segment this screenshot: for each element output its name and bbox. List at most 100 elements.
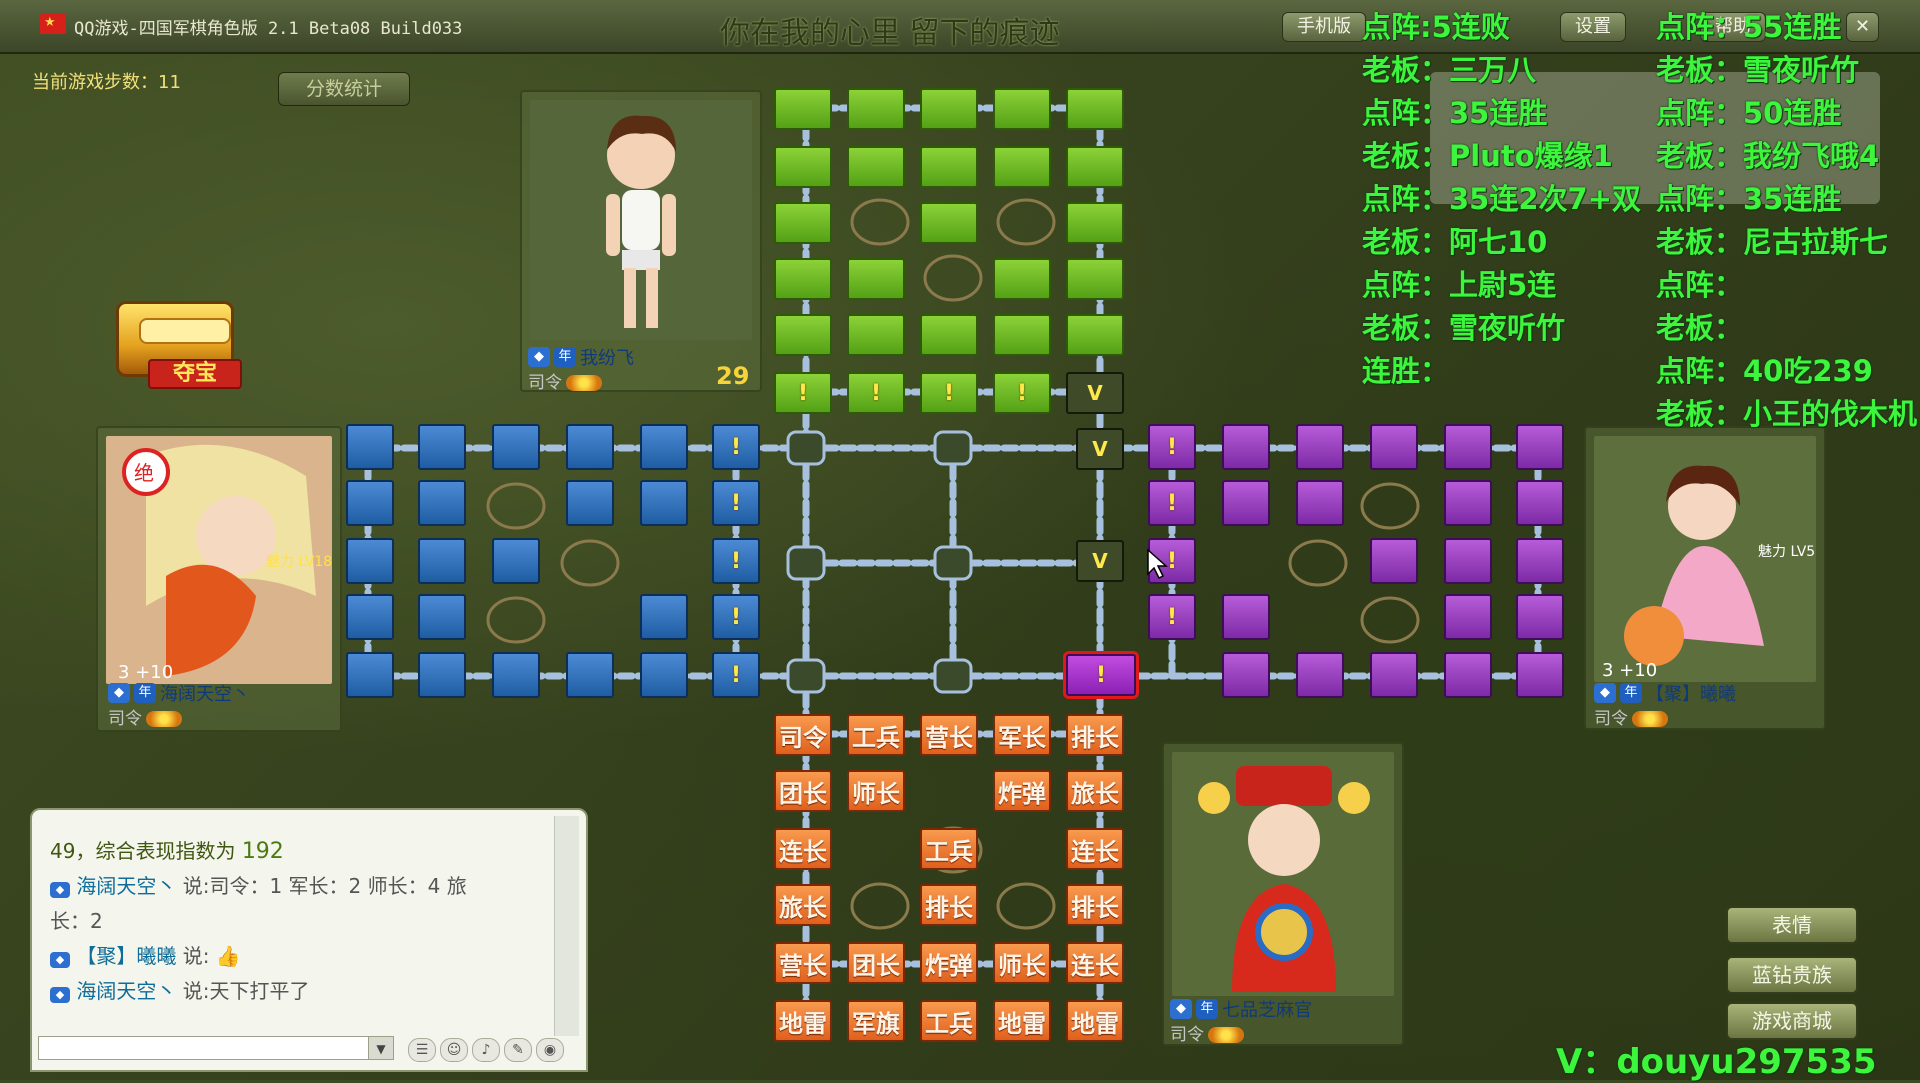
piece-left[interactable] [418,594,466,640]
piece-bottom[interactable]: 旅长 [774,884,832,926]
piece-top[interactable] [920,314,978,356]
piece-bottom[interactable]: 师长 [847,770,905,812]
piece-bottom[interactable]: 排长 [920,884,978,926]
piece-top[interactable]: ! [920,372,978,414]
piece-right[interactable] [1296,652,1344,698]
piece-bottom[interactable]: 地雷 [774,1000,832,1042]
piece-top[interactable] [774,314,832,356]
piece-bottom[interactable]: 军旗 [847,1000,905,1042]
piece-right[interactable] [1516,652,1564,698]
piece-right[interactable] [1444,480,1492,526]
piece-bottom[interactable]: 排长 [1066,884,1124,926]
piece-top[interactable] [920,146,978,188]
piece-right[interactable] [1516,480,1564,526]
piece-bottom[interactable]: 旅长 [1066,770,1124,812]
piece-bottom[interactable]: 连长 [1066,828,1124,870]
chat-bubble-icon[interactable]: ☰ [408,1038,436,1062]
piece-top[interactable] [1066,258,1124,300]
piece-left[interactable] [492,652,540,698]
piece-top[interactable] [920,202,978,244]
piece-left[interactable] [640,594,688,640]
piece-bottom[interactable]: 地雷 [993,1000,1051,1042]
piece-top[interactable] [847,146,905,188]
piece-right[interactable]: ! [1148,480,1196,526]
piece-top[interactable] [774,202,832,244]
piece-left[interactable] [418,480,466,526]
piece-left[interactable] [418,424,466,470]
piece-bottom[interactable]: 地雷 [1066,1000,1124,1042]
wrench-icon[interactable]: ✎ [504,1038,532,1062]
piece-top[interactable]: ! [774,372,832,414]
piece-top[interactable] [1066,314,1124,356]
piece-left[interactable] [566,480,614,526]
piece-left[interactable]: ! [712,594,760,640]
piece-bottom[interactable]: 团长 [774,770,832,812]
piece-right[interactable] [1516,424,1564,470]
piece-left[interactable] [566,424,614,470]
piece-bottom[interactable]: 师长 [993,942,1051,984]
piece-left[interactable] [640,424,688,470]
piece-top[interactable] [1066,88,1124,130]
piece-selected[interactable]: ! [1066,654,1136,696]
piece-bottom[interactable]: 连长 [774,828,832,870]
piece-bottom[interactable]: 司令 [774,714,832,756]
piece-left[interactable] [566,652,614,698]
piece-right[interactable] [1222,424,1270,470]
piece-top[interactable]: V [1066,372,1124,414]
piece-top[interactable] [993,258,1051,300]
piece-bottom[interactable]: 炸弹 [920,942,978,984]
piece-right[interactable] [1444,424,1492,470]
piece-right[interactable] [1370,538,1418,584]
piece-left[interactable] [346,480,394,526]
emoji-icon[interactable]: ☺ [440,1038,468,1062]
piece-left[interactable] [418,652,466,698]
piece-top[interactable] [847,258,905,300]
piece-bottom[interactable]: 排长 [1066,714,1124,756]
piece-left[interactable]: ! [712,424,760,470]
piece-bottom[interactable]: 营长 [920,714,978,756]
piece-top[interactable] [774,146,832,188]
piece-left[interactable] [418,538,466,584]
blue-diamond-button[interactable]: 蓝钻贵族 [1726,956,1858,994]
piece-right[interactable]: ! [1148,424,1196,470]
piece-top[interactable]: ! [847,372,905,414]
piece-right[interactable] [1296,480,1344,526]
piece-left[interactable]: ! [712,652,760,698]
speaker-icon[interactable]: ♪ [472,1038,500,1062]
piece-hidden[interactable]: V [1076,428,1124,470]
piece-top[interactable] [993,314,1051,356]
chat-input[interactable] [38,1036,378,1060]
piece-top[interactable] [774,88,832,130]
piece-left[interactable] [346,424,394,470]
piece-left[interactable]: ! [712,480,760,526]
piece-right[interactable] [1444,594,1492,640]
piece-left[interactable] [640,652,688,698]
piece-left[interactable] [346,594,394,640]
piece-left[interactable] [346,652,394,698]
piece-top[interactable] [920,88,978,130]
piece-top[interactable] [1066,202,1124,244]
piece-top[interactable]: ! [993,372,1051,414]
piece-bottom[interactable]: 军长 [993,714,1051,756]
piece-right[interactable] [1516,538,1564,584]
emotion-button[interactable]: 表情 [1726,906,1858,944]
piece-left[interactable] [346,538,394,584]
piece-left[interactable] [640,480,688,526]
piece-right[interactable]: ! [1148,594,1196,640]
piece-right[interactable] [1516,594,1564,640]
globe-icon[interactable]: ◉ [536,1038,564,1062]
piece-hidden[interactable]: V [1076,540,1124,582]
piece-right[interactable] [1444,538,1492,584]
piece-top[interactable] [1066,146,1124,188]
piece-bottom[interactable]: 团长 [847,942,905,984]
piece-left[interactable]: ! [712,538,760,584]
piece-top[interactable] [847,314,905,356]
piece-left[interactable] [492,424,540,470]
piece-right[interactable] [1370,424,1418,470]
piece-bottom[interactable]: 连长 [1066,942,1124,984]
chat-scrollbar[interactable] [554,816,579,1036]
piece-bottom[interactable]: 工兵 [920,828,978,870]
piece-left[interactable] [492,538,540,584]
piece-bottom[interactable]: 工兵 [847,714,905,756]
piece-bottom[interactable]: 营长 [774,942,832,984]
